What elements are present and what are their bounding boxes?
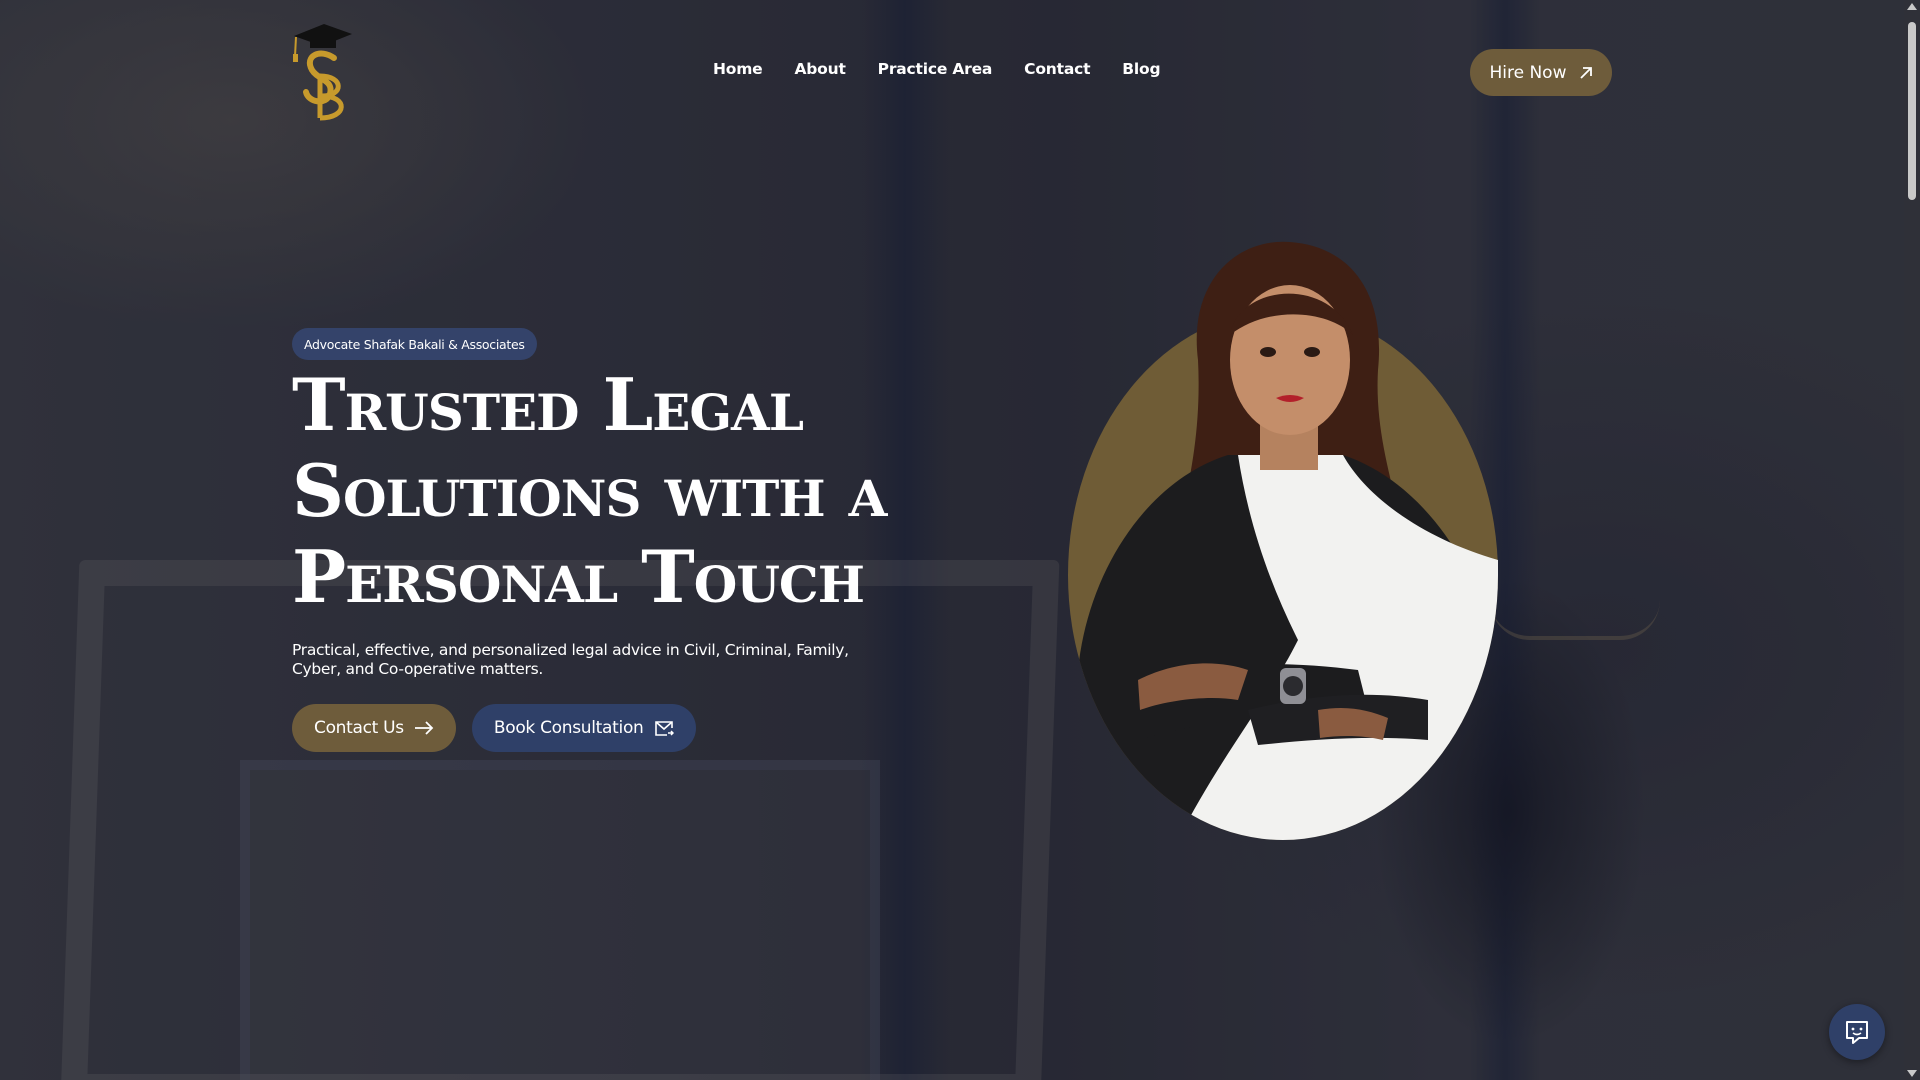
- subtext-line-2: Cyber, and Co-operative matters.: [292, 660, 543, 678]
- advocate-photo: [1068, 241, 1498, 840]
- main-nav: Home About Practice Area Contact Blog: [713, 60, 1161, 78]
- scroll-up-arrow-icon[interactable]: [1907, 3, 1917, 10]
- contact-us-label: Contact Us: [314, 718, 404, 738]
- book-consultation-button[interactable]: Book Consultation: [471, 704, 696, 752]
- book-consultation-label: Book Consultation: [493, 718, 644, 738]
- nav-home[interactable]: Home: [713, 60, 763, 78]
- nav-contact[interactable]: Contact: [1024, 60, 1090, 78]
- nav-blog[interactable]: Blog: [1122, 60, 1160, 78]
- arrow-right-icon: [414, 721, 434, 735]
- headline-line-3: Personal Touch: [292, 534, 865, 619]
- headline-line-1: Trusted Legal: [292, 362, 804, 447]
- firm-badge: Advocate Shafak Bakali & Associates: [292, 328, 537, 360]
- arrow-up-right-icon: [1579, 66, 1592, 79]
- chat-widget-button[interactable]: [1829, 1004, 1885, 1060]
- nav-practice-area[interactable]: Practice Area: [878, 60, 993, 78]
- page-scrollbar[interactable]: [1904, 0, 1920, 1080]
- hero-subtext: Practical, effective, and personalized l…: [292, 641, 852, 679]
- subtext-line-1: Practical, effective, and personalized l…: [292, 641, 849, 659]
- contact-us-button[interactable]: Contact Us: [292, 704, 456, 752]
- hero-headline: Trusted Legal Solutions with a Personal …: [292, 362, 992, 620]
- hero-cta-row: Contact Us Book Consultation: [292, 704, 696, 752]
- hire-now-button[interactable]: Hire Now: [1470, 49, 1612, 96]
- scroll-down-arrow-icon[interactable]: [1907, 1070, 1917, 1077]
- hire-now-label: Hire Now: [1489, 62, 1567, 83]
- scroll-thumb[interactable]: [1908, 22, 1916, 200]
- nav-about[interactable]: About: [794, 60, 845, 78]
- site-logo[interactable]: [290, 22, 354, 122]
- graduation-cap-monogram-logo-icon: [293, 24, 352, 121]
- headline-line-2: Solutions with a: [292, 448, 887, 533]
- chat-bubble-icon: [1846, 1021, 1868, 1044]
- mail-send-icon: [654, 721, 674, 736]
- advocate-portrait: [1068, 240, 1498, 840]
